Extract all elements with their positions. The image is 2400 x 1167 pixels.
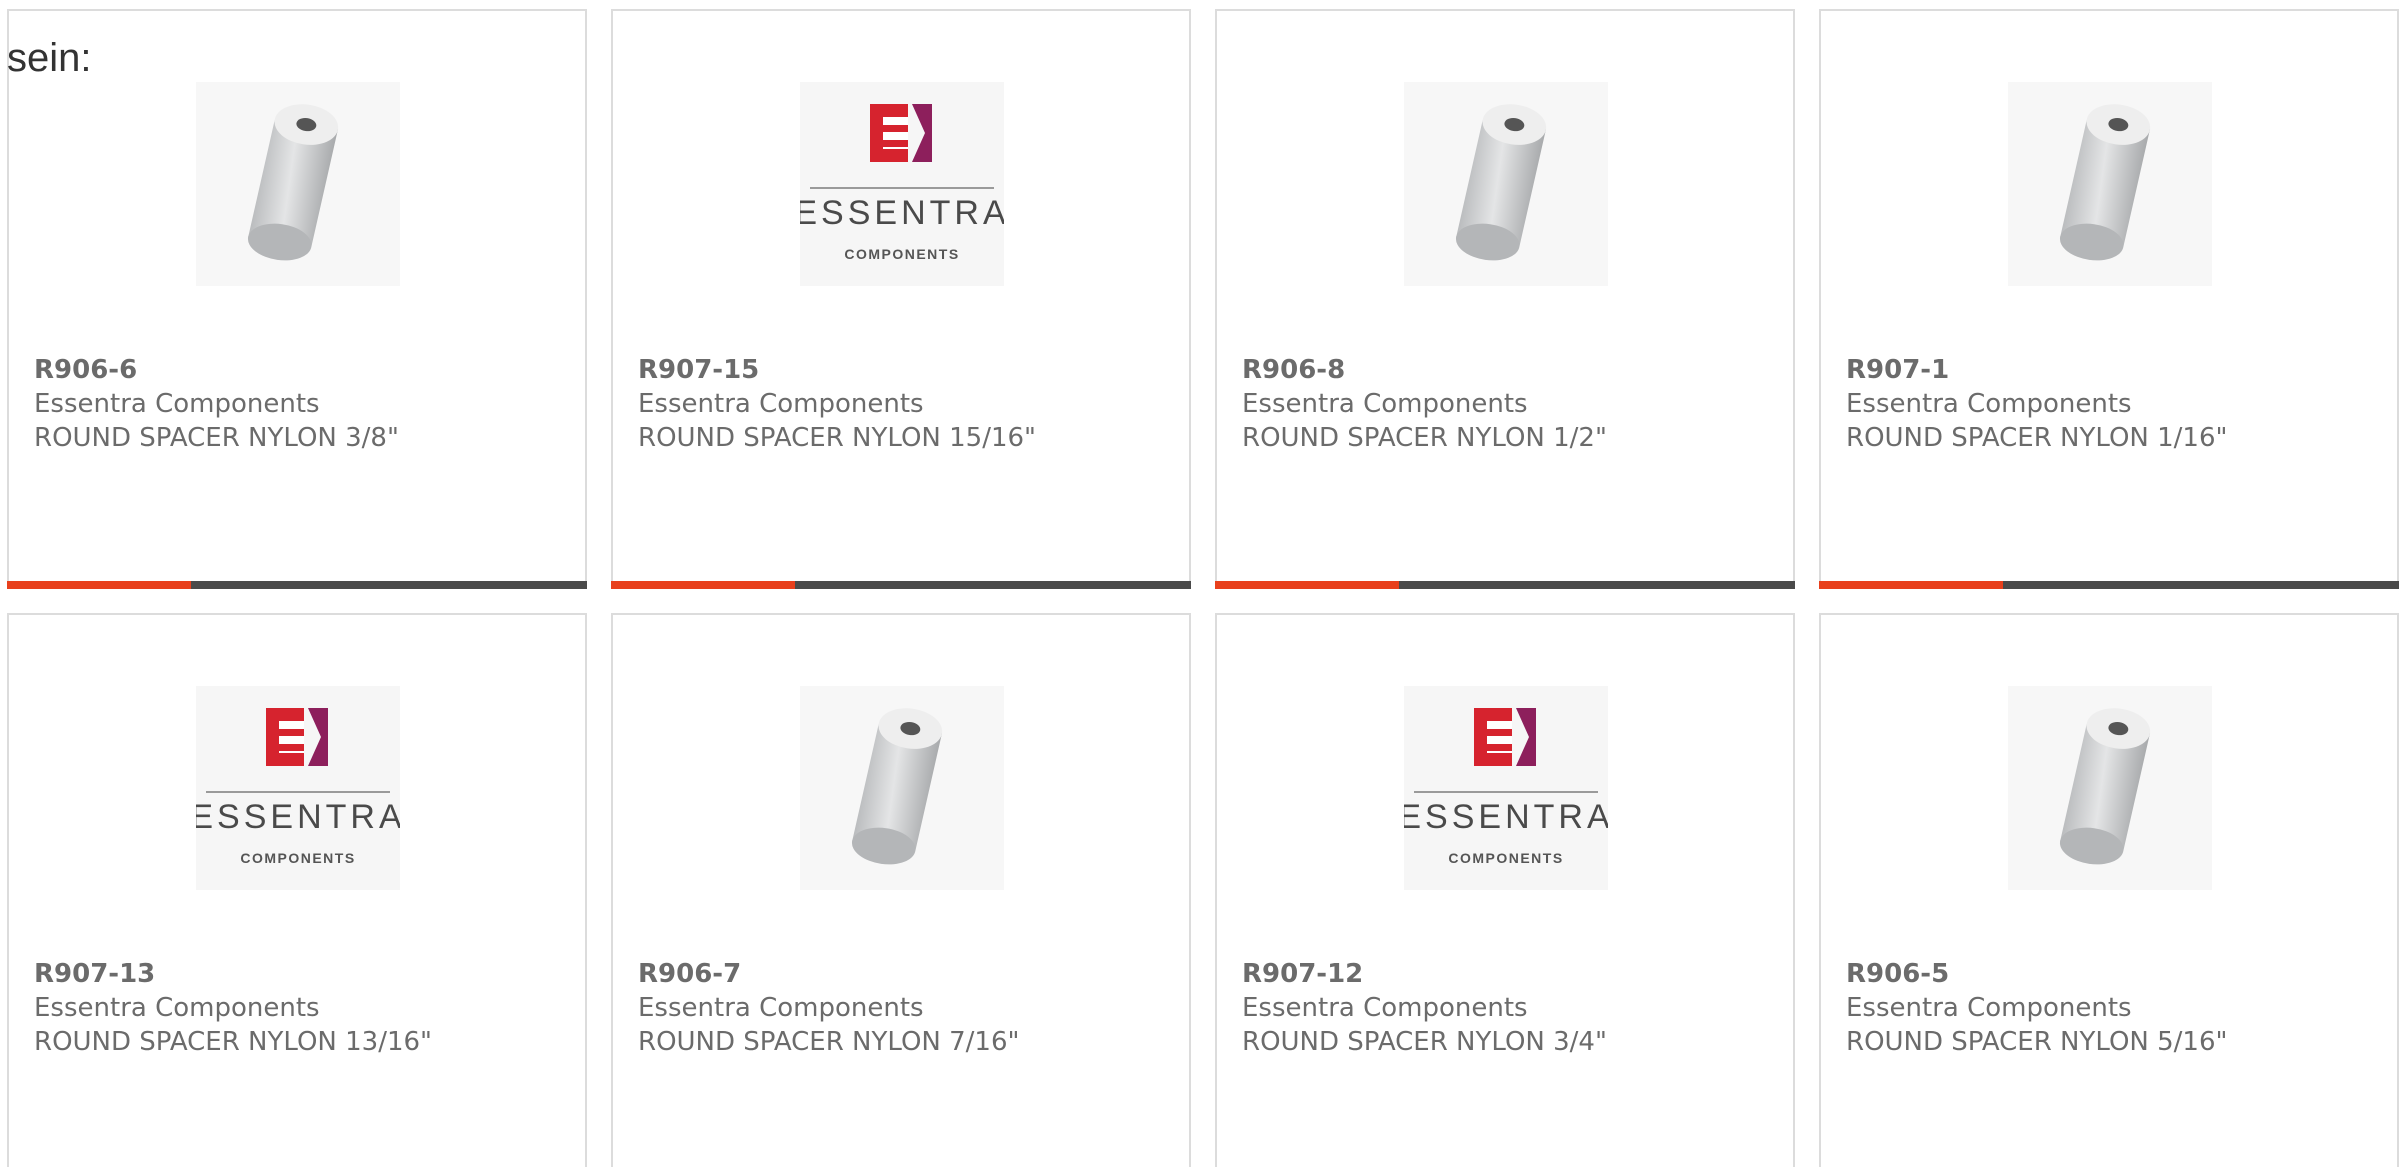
product-card[interactable]: ESSENTRA COMPONENTS R907-13 Essentra Com…	[7, 613, 587, 1167]
product-description: ROUND SPACER NYLON 1/16"	[1846, 423, 2228, 453]
manufacturer: Essentra Components	[34, 389, 320, 419]
logo-wordmark: ESSENTRA	[800, 194, 1004, 232]
product-image	[800, 686, 1004, 890]
manufacturer: Essentra Components	[1242, 993, 1528, 1023]
product-grid-page: sein: R906-6 Essentra Components ROUND S…	[0, 0, 2400, 1167]
spacer-icon	[2059, 104, 2151, 261]
part-number[interactable]: R907-13	[34, 957, 565, 991]
product-description: ROUND SPACER NYLON 1/2"	[1242, 423, 1607, 453]
part-number[interactable]: R907-12	[1242, 957, 1773, 991]
product-image	[196, 82, 400, 286]
product-image	[2008, 686, 2212, 890]
card-footer-accent	[1215, 581, 1399, 589]
logo-sub: COMPONENTS	[844, 246, 959, 262]
spacer-icon	[1455, 104, 1547, 261]
product-card[interactable]: ESSENTRA COMPONENTS R907-12 Essentra Com…	[1215, 613, 1795, 1167]
manufacturer: Essentra Components	[1846, 993, 2132, 1023]
card-footer-accent	[611, 581, 795, 589]
card-footer-bar	[1215, 581, 1795, 589]
part-number[interactable]: R907-15	[638, 353, 1169, 387]
manufacturer: Essentra Components	[638, 389, 924, 419]
product-description: ROUND SPACER NYLON 5/16"	[1846, 1027, 2228, 1057]
logo-wordmark: ESSENTRA	[1404, 798, 1608, 836]
part-number[interactable]: R907-1	[1846, 353, 2377, 387]
product-card[interactable]: R907-1 Essentra Components ROUND SPACER …	[1819, 9, 2399, 589]
essentra-logo-icon: ESSENTRA COMPONENTS	[800, 104, 1004, 262]
manufacturer: Essentra Components	[1846, 389, 2132, 419]
product-image: ESSENTRA COMPONENTS	[800, 82, 1004, 286]
product-description: ROUND SPACER NYLON 13/16"	[34, 1027, 433, 1057]
card-footer-accent	[7, 581, 191, 589]
essentra-logo-icon: ESSENTRA COMPONENTS	[196, 708, 400, 866]
product-description: ROUND SPACER NYLON 3/8"	[34, 423, 399, 453]
part-number[interactable]: R906-6	[34, 353, 565, 387]
part-number[interactable]: R906-8	[1242, 353, 1773, 387]
manufacturer: Essentra Components	[638, 993, 924, 1023]
product-image	[1404, 82, 1608, 286]
product-grid: R906-6 Essentra Components ROUND SPACER …	[7, 9, 2400, 1167]
card-footer-bar	[611, 581, 1191, 589]
product-card[interactable]: R906-7 Essentra Components ROUND SPACER …	[611, 613, 1191, 1167]
product-description: ROUND SPACER NYLON 3/4"	[1242, 1027, 1607, 1057]
spacer-icon	[2059, 708, 2151, 865]
spacer-icon	[247, 104, 339, 261]
part-number[interactable]: R906-5	[1846, 957, 2377, 991]
card-footer-bar	[1819, 581, 2399, 589]
product-image: ESSENTRA COMPONENTS	[196, 686, 400, 890]
card-footer-accent	[1819, 581, 2003, 589]
product-card[interactable]: R906-5 Essentra Components ROUND SPACER …	[1819, 613, 2399, 1167]
product-image	[2008, 82, 2212, 286]
product-card[interactable]: ESSENTRA COMPONENTS R907-15 Essentra Com…	[611, 9, 1191, 589]
card-footer-bar	[7, 581, 587, 589]
product-card[interactable]: R906-8 Essentra Components ROUND SPACER …	[1215, 9, 1795, 589]
manufacturer: Essentra Components	[1242, 389, 1528, 419]
product-card[interactable]: R906-6 Essentra Components ROUND SPACER …	[7, 9, 587, 589]
logo-sub: COMPONENTS	[240, 850, 355, 866]
part-number[interactable]: R906-7	[638, 957, 1169, 991]
intro-text: sein:	[7, 36, 92, 80]
manufacturer: Essentra Components	[34, 993, 320, 1023]
logo-wordmark: ESSENTRA	[196, 798, 400, 836]
spacer-icon	[851, 708, 943, 865]
product-image: ESSENTRA COMPONENTS	[1404, 686, 1608, 890]
essentra-logo-icon: ESSENTRA COMPONENTS	[1404, 708, 1608, 866]
product-description: ROUND SPACER NYLON 15/16"	[638, 423, 1037, 453]
product-description: ROUND SPACER NYLON 7/16"	[638, 1027, 1020, 1057]
logo-sub: COMPONENTS	[1448, 850, 1563, 866]
